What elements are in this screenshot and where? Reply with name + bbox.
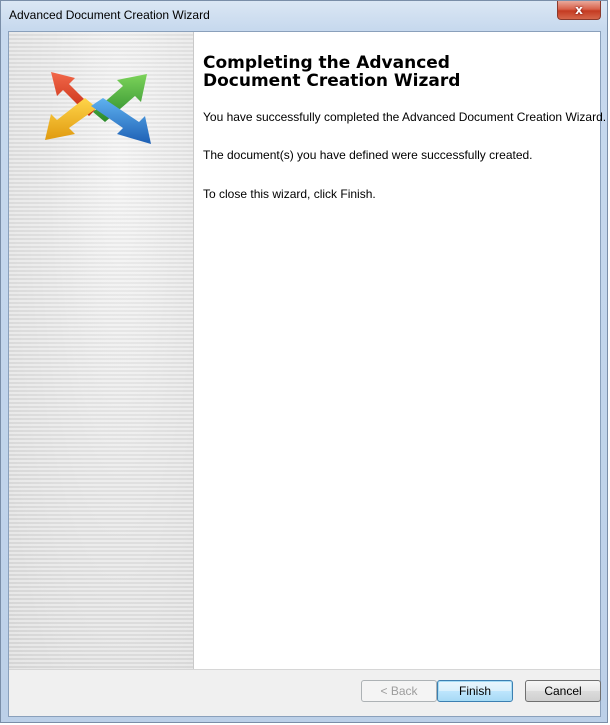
close-button[interactable]: x bbox=[557, 1, 601, 20]
close-instruction: To close this wizard, click Finish. bbox=[203, 187, 376, 201]
wizard-content: Completing the Advanced Document Creatio… bbox=[203, 32, 606, 201]
wizard-client-area: Completing the Advanced Document Creatio… bbox=[8, 31, 606, 717]
window-title: Advanced Document Creation Wizard bbox=[9, 8, 210, 22]
cancel-button[interactable]: Cancel bbox=[525, 680, 601, 702]
created-message: The document(s) you have defined were su… bbox=[203, 148, 533, 162]
page-title: Completing the Advanced Document Creatio… bbox=[203, 53, 461, 91]
title-bar[interactable]: Advanced Document Creation Wizard x bbox=[1, 1, 607, 31]
back-button[interactable]: < Back bbox=[361, 680, 437, 702]
success-message: You have successfully completed the Adva… bbox=[203, 110, 607, 124]
wizard-side-panel bbox=[9, 32, 194, 672]
finish-button[interactable]: Finish bbox=[437, 680, 513, 702]
button-bar: < Back Finish Cancel bbox=[9, 669, 601, 716]
wizard-window: Advanced Document Creation Wizard x Comp… bbox=[0, 0, 608, 723]
wizard-arrows-logo-icon bbox=[45, 72, 151, 144]
close-icon: x bbox=[575, 3, 583, 17]
